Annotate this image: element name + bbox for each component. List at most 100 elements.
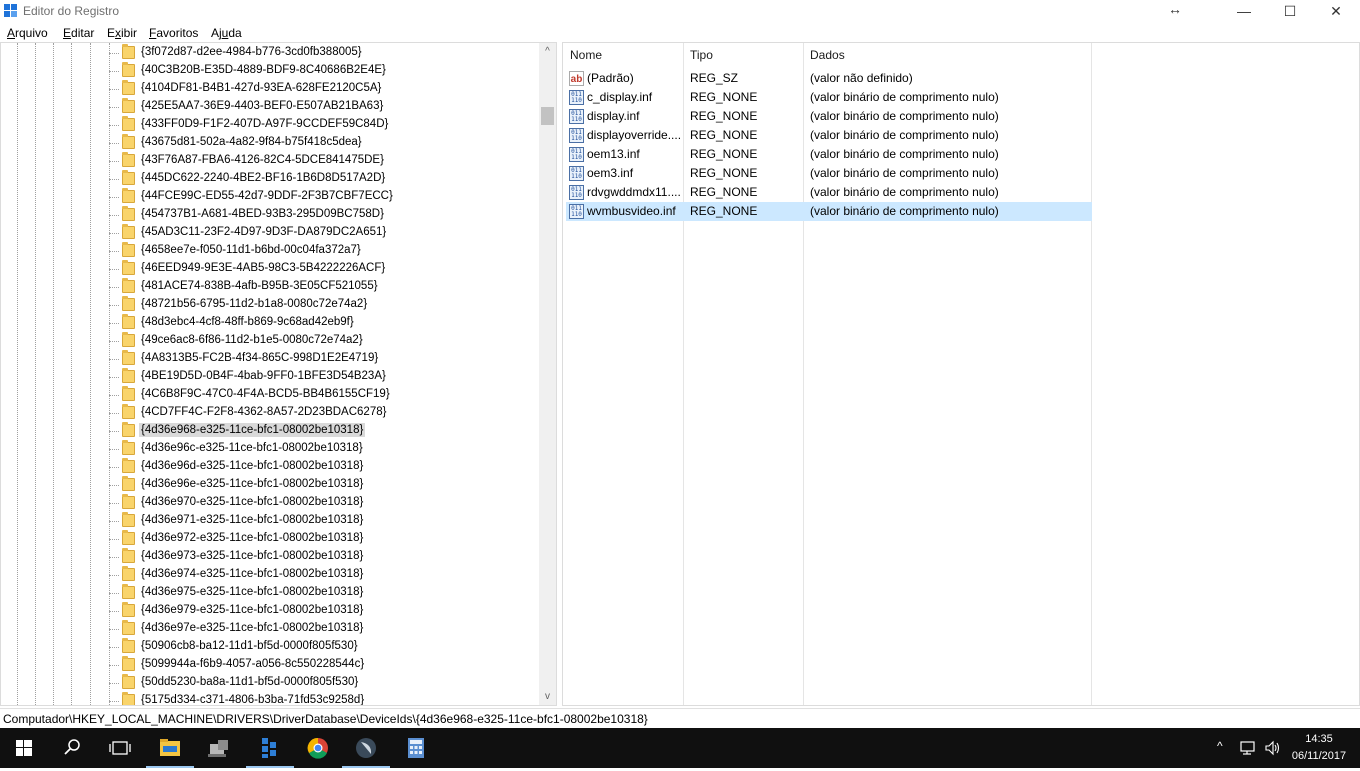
network-app-taskbar-button[interactable] — [196, 728, 244, 768]
tree-item[interactable]: {4CD7FF4C-F2F8-4362-8A57-2D23BDAC6278} — [1, 404, 541, 422]
chrome-taskbar-button[interactable] — [294, 728, 342, 768]
search-button[interactable] — [48, 728, 96, 768]
tree-item[interactable]: {4d36e96d-e325-11ce-bfc1-08002be10318} — [1, 458, 541, 476]
tree-item[interactable]: {43675d81-502a-4a82-9f84-b75f418c5dea} — [1, 134, 541, 152]
binary-value-icon: 011 110 — [569, 128, 584, 143]
value-type: REG_NONE — [690, 166, 758, 180]
tree-item[interactable]: {445DC622-2240-4BE2-BF16-1B6D8D517A2D} — [1, 170, 541, 188]
value-name: displayoverride.... — [587, 128, 682, 142]
value-row[interactable]: ab (Padrão) REG_SZ (valor não definido) — [566, 69, 1092, 88]
maximize-button[interactable]: ☐ — [1267, 0, 1313, 24]
tree-item[interactable]: {43F76A87-FBA6-4126-82C4-5DCE841475DE} — [1, 152, 541, 170]
folder-icon — [122, 332, 135, 347]
tree-item[interactable]: {433FF0D9-F1F2-407D-A97F-9CCDEF59C84D} — [1, 116, 541, 134]
close-button[interactable]: ✕ — [1313, 0, 1359, 24]
tree-item[interactable]: {50dd5230-ba8a-11d1-bf5d-0000f805f530} — [1, 674, 541, 692]
tree-item-label: {4d36e968-e325-11ce-bfc1-08002be10318} — [139, 423, 366, 437]
task-view-button[interactable] — [96, 728, 144, 768]
tree-item-label: {45AD3C11-23F2-4D97-9D3F-DA879DC2A651} — [141, 226, 387, 238]
tree-item[interactable]: {4d36e968-e325-11ce-bfc1-08002be10318} — [1, 422, 541, 440]
tree-item[interactable]: {4d36e973-e325-11ce-bfc1-08002be10318} — [1, 548, 541, 566]
tree-item[interactable]: {3f072d87-d2ee-4984-b776-3cd0fb388005} — [1, 44, 541, 62]
tree-item[interactable]: {4d36e970-e325-11ce-bfc1-08002be10318} — [1, 494, 541, 512]
tree-item[interactable]: {4d36e971-e325-11ce-bfc1-08002be10318} — [1, 512, 541, 530]
media-app-taskbar-button[interactable] — [342, 728, 390, 768]
value-row[interactable]: 011 110 wvmbusvideo.inf REG_NONE (valor biná… — [566, 202, 1092, 221]
tree-item[interactable]: {4C6B8F9C-47C0-4F4A-BCD5-BB4B6155CF19} — [1, 386, 541, 404]
tree-item[interactable]: {45AD3C11-23F2-4D97-9D3F-DA879DC2A651} — [1, 224, 541, 242]
tree-item[interactable]: {4d36e979-e325-11ce-bfc1-08002be10318} — [1, 602, 541, 620]
tray-overflow-icon[interactable]: ^ — [1217, 739, 1223, 753]
tree-branch-line — [109, 467, 119, 468]
values-list-pane[interactable]: Nome Tipo Dados ab (Padrão) REG_SZ (valor n… — [562, 42, 1360, 706]
menu-editar[interactable]: Editar — [63, 26, 94, 40]
value-data: (valor binário de comprimento nulo) — [810, 204, 999, 218]
value-type: REG_NONE — [690, 109, 758, 123]
value-type: REG_NONE — [690, 128, 758, 142]
tree-item[interactable]: {4104DF81-B4B1-427d-93EA-628FE2120C5A} — [1, 80, 541, 98]
tree-item[interactable]: {4d36e97e-e325-11ce-bfc1-08002be10318} — [1, 620, 541, 638]
tree-item[interactable]: {46EED949-9E3E-4AB5-98C3-5B4222226ACF} — [1, 260, 541, 278]
tree-item[interactable]: {454737B1-A681-4BED-93B3-295D09BC758D} — [1, 206, 541, 224]
scroll-down-button[interactable]: v — [539, 688, 556, 705]
title-bar: Editor do Registro ↔ — ☐ ✕ — [0, 0, 1360, 24]
tree-branch-line — [109, 431, 119, 432]
clock[interactable]: 14:35 06/11/2017 — [1286, 732, 1352, 766]
tree-item[interactable]: {5099944a-f6b9-4057-a056-8c550228544c} — [1, 656, 541, 674]
value-row[interactable]: 011 110 oem13.inf REG_NONE (valor binário de… — [566, 145, 1092, 164]
scroll-up-button[interactable]: ^ — [539, 43, 556, 60]
network-status-icon[interactable] — [1240, 740, 1258, 756]
value-row[interactable]: 011 110 oem3.inf REG_NONE (valor binário de … — [566, 164, 1092, 183]
string-value-icon: ab — [569, 71, 584, 86]
tree-item[interactable]: {44FCE99C-ED55-42d7-9DDF-2F3B7CBF7ECC} — [1, 188, 541, 206]
tree-item[interactable]: {50906cb8-ba12-11d1-bf5d-0000f805f530} — [1, 638, 541, 656]
tree-item[interactable]: {49ce6ac8-6f86-11d2-b1e5-0080c72e74a2} — [1, 332, 541, 350]
tree-item[interactable]: {4d36e975-e325-11ce-bfc1-08002be10318} — [1, 584, 541, 602]
value-row[interactable]: 011 110 rdvgwddmdx11.... REG_NONE (valor bin… — [566, 183, 1092, 202]
chevron-up-icon: ^ — [545, 46, 550, 57]
folder-icon — [122, 566, 135, 581]
calculator-taskbar-button[interactable] — [392, 728, 440, 768]
tree-item[interactable]: {4BE19D5D-0B4F-4bab-9FF0-1BFE3D54B23A} — [1, 368, 541, 386]
tree-item[interactable]: {4d36e96e-e325-11ce-bfc1-08002be10318} — [1, 476, 541, 494]
folder-icon — [122, 458, 135, 473]
column-header-type[interactable]: Tipo — [683, 43, 803, 67]
tree-item[interactable]: {48721b56-6795-11d2-b1a8-0080c72e74a2} — [1, 296, 541, 314]
tree-item[interactable]: {4d36e972-e325-11ce-bfc1-08002be10318} — [1, 530, 541, 548]
value-name: c_display.inf — [587, 90, 653, 104]
tree-scrollbar[interactable]: ^ v — [539, 43, 556, 705]
regedit-taskbar-button[interactable] — [246, 728, 294, 768]
tree-branch-line — [109, 305, 119, 306]
folder-icon — [122, 170, 135, 185]
scrollbar-thumb[interactable] — [541, 107, 554, 125]
tree-item-label: {4d36e97e-e325-11ce-bfc1-08002be10318} — [141, 622, 364, 634]
tree-item[interactable]: {5175d334-c371-4806-b3ba-71fd53c9258d} — [1, 692, 541, 705]
binary-value-icon: 011 110 — [569, 90, 584, 105]
menu-exibir[interactable]: Exibir — [107, 26, 137, 40]
column-header-data[interactable]: Dados — [803, 43, 1091, 67]
value-row[interactable]: 011 110 displayoverride.... REG_NONE (valor … — [566, 126, 1092, 145]
start-button[interactable] — [0, 728, 48, 768]
menu-ajuda[interactable]: Ajuda — [211, 26, 242, 40]
minimize-button[interactable]: — — [1221, 0, 1267, 24]
tree-branch-line — [109, 215, 119, 216]
tree-branch-line — [109, 251, 119, 252]
menu-favoritos[interactable]: Favoritos — [149, 26, 198, 40]
binary-value-icon: 011 110 — [569, 109, 584, 124]
menu-arquivo[interactable]: Arquivo — [7, 26, 48, 40]
value-row[interactable]: 011 110 display.inf REG_NONE (valor binário … — [566, 107, 1092, 126]
tree-item[interactable]: {4658ee7e-f050-11d1-b6bd-00c04fa372a7} — [1, 242, 541, 260]
tree-item[interactable]: {40C3B20B-E35D-4889-BDF9-8C40686B2E4E} — [1, 62, 541, 80]
tree-item[interactable]: {4A8313B5-FC2B-4f34-865C-998D1E2E4719} — [1, 350, 541, 368]
tree-item[interactable]: {481ACE74-838B-4afb-B95B-3E05CF521055} — [1, 278, 541, 296]
registry-tree-pane[interactable]: {3f072d87-d2ee-4984-b776-3cd0fb388005} {4… — [0, 42, 557, 706]
file-explorer-taskbar-button[interactable] — [146, 728, 194, 768]
tree-item[interactable]: {48d3ebc4-4cf8-48ff-b869-9c68ad42eb9f} — [1, 314, 541, 332]
tree-item[interactable]: {4d36e974-e325-11ce-bfc1-08002be10318} — [1, 566, 541, 584]
tree-item[interactable]: {425E5AA7-36E9-4403-BEF0-E507AB21BA63} — [1, 98, 541, 116]
tree-item[interactable]: {4d36e96c-e325-11ce-bfc1-08002be10318} — [1, 440, 541, 458]
column-header-name[interactable]: Nome — [563, 43, 683, 67]
binary-value-icon: 011 110 — [569, 204, 584, 219]
value-row[interactable]: 011 110 c_display.inf REG_NONE (valor binári… — [566, 88, 1092, 107]
volume-icon[interactable] — [1264, 740, 1282, 756]
